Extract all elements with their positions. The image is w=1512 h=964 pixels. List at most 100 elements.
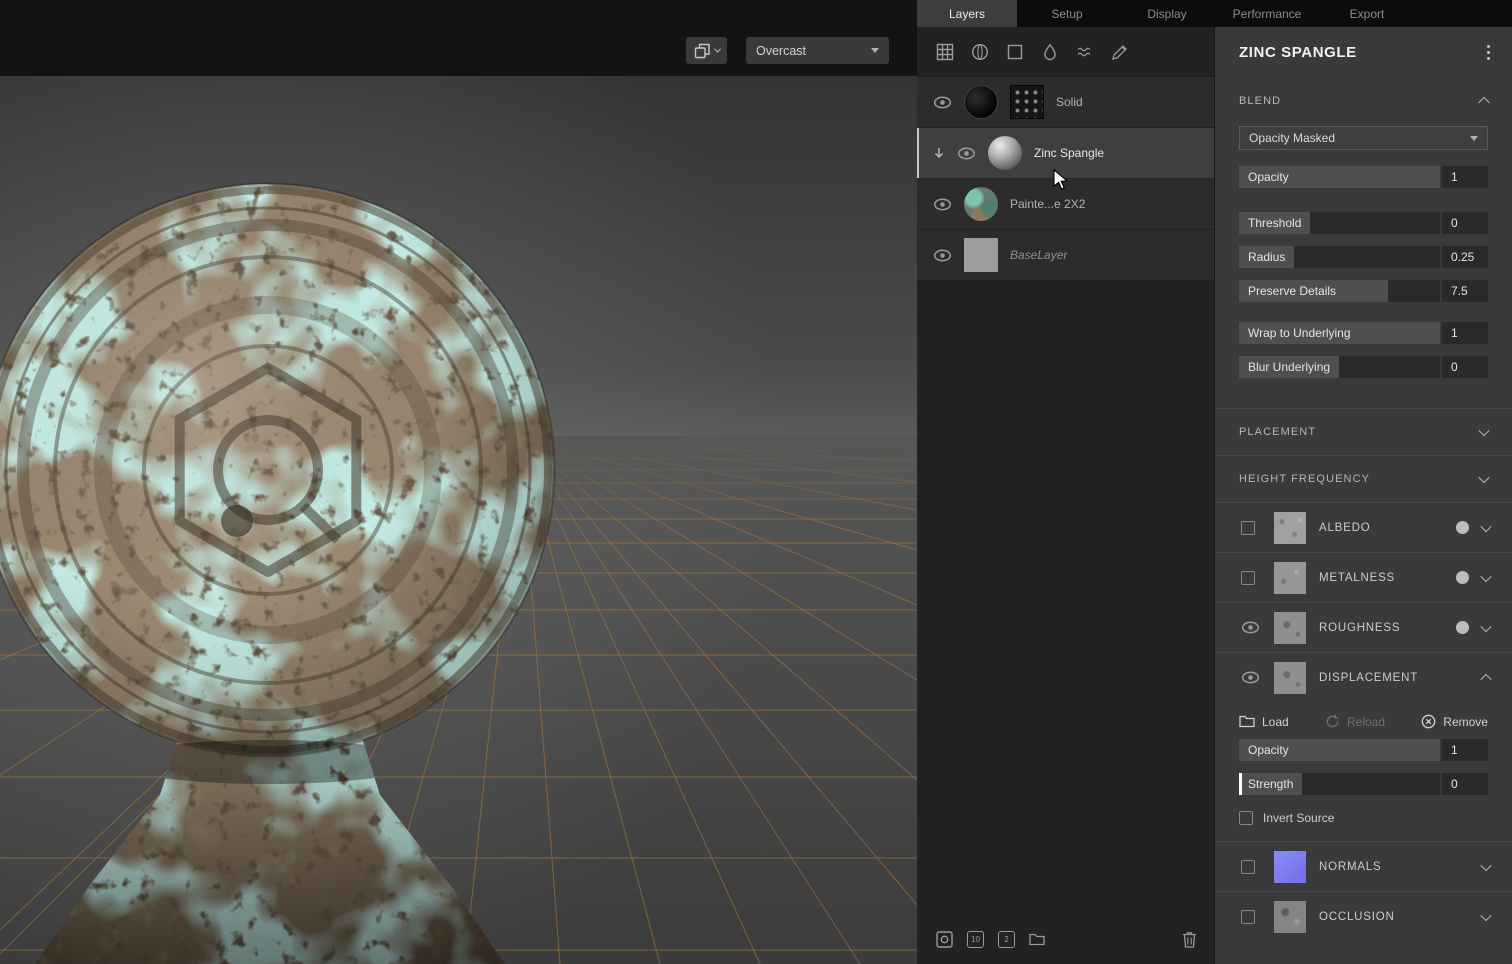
blend-content: Opacity Masked Opacity 1 Threshold 0 Rad… — [1215, 126, 1512, 378]
solid-fill-indicator[interactable] — [1456, 521, 1469, 534]
trash-icon[interactable] — [1182, 931, 1197, 948]
slider-label: Opacity — [1248, 170, 1289, 184]
channel-occlusion[interactable]: OCCLUSION — [1215, 891, 1512, 941]
section-blend[interactable]: BLEND — [1215, 78, 1512, 124]
slider-opacity-track[interactable]: Opacity — [1239, 166, 1440, 188]
chevron-down-icon — [1480, 859, 1492, 871]
slider-preserve-details-track[interactable]: Preserve Details — [1239, 280, 1440, 302]
grid-icon[interactable] — [936, 43, 954, 61]
section-height-frequency[interactable]: HEIGHT FREQUENCY — [1215, 456, 1512, 502]
channel-normals[interactable]: NORMALS — [1215, 841, 1512, 891]
slider-blur-underlying-track[interactable]: Blur Underlying — [1239, 356, 1440, 378]
normals-checkbox[interactable] — [1241, 859, 1255, 874]
slider-displacement-opacity-track[interactable]: Opacity — [1239, 739, 1440, 761]
channel-label: ALBEDO — [1319, 521, 1371, 534]
slider-label: Radius — [1248, 250, 1286, 264]
slider-radius-value[interactable]: 0.25 — [1442, 246, 1488, 268]
displacement-actions: Load Reload Remove — [1215, 702, 1512, 739]
slider-handle[interactable] — [1239, 773, 1242, 795]
visibility-eye-icon[interactable] — [933, 198, 952, 211]
tab-setup[interactable]: Setup — [1017, 0, 1117, 27]
badge-10-label: 10 — [971, 934, 980, 944]
layer-row-baselayer[interactable]: BaseLayer — [917, 230, 1214, 280]
slider-radius-track[interactable]: Radius — [1239, 246, 1440, 268]
channel-displacement[interactable]: DISPLACEMENT — [1215, 652, 1512, 702]
tab-display[interactable]: Display — [1117, 0, 1217, 27]
channel-albedo[interactable]: ALBEDO — [1215, 502, 1512, 552]
slider-wrap-underlying-track[interactable]: Wrap to Underlying — [1239, 322, 1440, 344]
layers-toolbar — [917, 27, 1214, 77]
droplet-icon[interactable] — [1041, 43, 1059, 61]
tab-export[interactable]: Export — [1317, 0, 1417, 27]
slider-label: Blur Underlying — [1248, 360, 1331, 374]
badge-2-icon[interactable]: 2 — [998, 930, 1015, 948]
channel-label: OCCLUSION — [1319, 910, 1395, 923]
albedo-checkbox[interactable] — [1241, 520, 1255, 535]
slider-preserve-details-value[interactable]: 7.5 — [1442, 280, 1488, 302]
paint-sphere-icon[interactable] — [971, 43, 989, 61]
visibility-eye-icon[interactable] — [933, 96, 952, 109]
slider-label: Strength — [1248, 777, 1294, 791]
solid-fill-indicator[interactable] — [1456, 621, 1469, 634]
load-label: Load — [1262, 714, 1289, 729]
tab-performance[interactable]: Performance — [1217, 0, 1317, 27]
layers-footer-toolbar: 10 2 — [917, 914, 1214, 964]
metalness-checkbox[interactable] — [1241, 570, 1255, 585]
normals-thumbnail — [1274, 850, 1306, 883]
occlusion-thumbnail — [1274, 900, 1306, 933]
visibility-eye-icon[interactable] — [1241, 671, 1261, 684]
solid-fill-indicator[interactable] — [1456, 571, 1469, 584]
channel-metalness[interactable]: METALNESS — [1215, 552, 1512, 602]
refresh-icon — [1326, 714, 1339, 728]
reload-label: Reload — [1346, 714, 1386, 729]
slider-threshold-track[interactable]: Threshold — [1239, 212, 1440, 234]
solid-square-icon[interactable] — [1006, 43, 1024, 61]
top-tab-bar: Layers Setup Display Performance Export — [917, 0, 1512, 27]
layer-row-zinc-spangle[interactable]: Zinc Spangle — [917, 128, 1214, 178]
environment-dropdown[interactable]: Overcast — [746, 37, 889, 64]
slider-wrap-underlying-value[interactable]: 1 — [1442, 322, 1488, 344]
slider-opacity-value[interactable]: 1 — [1442, 166, 1488, 188]
visibility-eye-icon[interactable] — [957, 147, 976, 160]
slider-blur-underlying-value[interactable]: 0 — [1442, 356, 1488, 378]
waves-icon[interactable] — [1076, 43, 1094, 61]
remove-button[interactable]: Remove — [1421, 714, 1488, 729]
tab-layers[interactable]: Layers — [917, 0, 1017, 27]
invert-source-row: Invert Source — [1215, 807, 1512, 841]
slider-opacity: Opacity 1 — [1239, 166, 1488, 188]
brush-icon[interactable] — [1111, 43, 1129, 61]
slider-strength-track[interactable]: Strength — [1239, 773, 1440, 795]
slider-wrap-underlying: Wrap to Underlying 1 — [1239, 322, 1488, 344]
section-placement[interactable]: PLACEMENT — [1215, 409, 1512, 455]
viewport-3d[interactable]: Overcast — [0, 0, 917, 964]
circle-box-icon[interactable] — [936, 930, 953, 948]
badge-2-label: 2 — [1004, 934, 1009, 944]
layer-row-painted[interactable]: Painte...e 2X2 — [917, 179, 1214, 229]
layer-row-solid[interactable]: Solid — [917, 77, 1214, 127]
visibility-eye-icon[interactable] — [933, 249, 952, 262]
reload-button[interactable]: Reload — [1325, 714, 1385, 729]
blend-mode-value: Opacity Masked — [1249, 131, 1336, 145]
metalness-thumbnail — [1274, 561, 1306, 594]
slider-threshold: Threshold 0 — [1239, 212, 1488, 234]
slider-displacement-opacity-value[interactable]: 1 — [1442, 739, 1488, 761]
badge-10-icon[interactable]: 10 — [967, 930, 984, 948]
visibility-eye-icon[interactable] — [1241, 621, 1261, 634]
channel-roughness[interactable]: ROUGHNESS — [1215, 602, 1512, 652]
chevron-up-icon — [1480, 673, 1492, 685]
slider-threshold-value[interactable]: 0 — [1442, 212, 1488, 234]
slider-strength-value[interactable]: 0 — [1442, 773, 1488, 795]
material-authoring-app: { "viewport": { "environment_value": "Ov… — [0, 0, 1512, 964]
blend-mode-dropdown[interactable]: Opacity Masked — [1239, 126, 1488, 150]
occlusion-checkbox[interactable] — [1241, 909, 1255, 924]
channel-label: NORMALS — [1319, 860, 1382, 873]
displacement-expanded: Load Reload Remove Opacity 1 Strength 0 … — [1215, 702, 1512, 841]
clip-arrow-down-icon — [933, 147, 945, 160]
kebab-menu-icon[interactable] — [1483, 41, 1494, 64]
load-button[interactable]: Load — [1239, 715, 1289, 729]
folder-icon[interactable] — [1029, 933, 1045, 946]
invert-source-checkbox[interactable] — [1239, 811, 1253, 825]
slider-radius: Radius 0.25 — [1239, 246, 1488, 268]
display-mode-button[interactable] — [686, 37, 727, 64]
layers-list: Solid Zinc Spangle Painte...e 2X2 BaseLa… — [917, 77, 1214, 914]
